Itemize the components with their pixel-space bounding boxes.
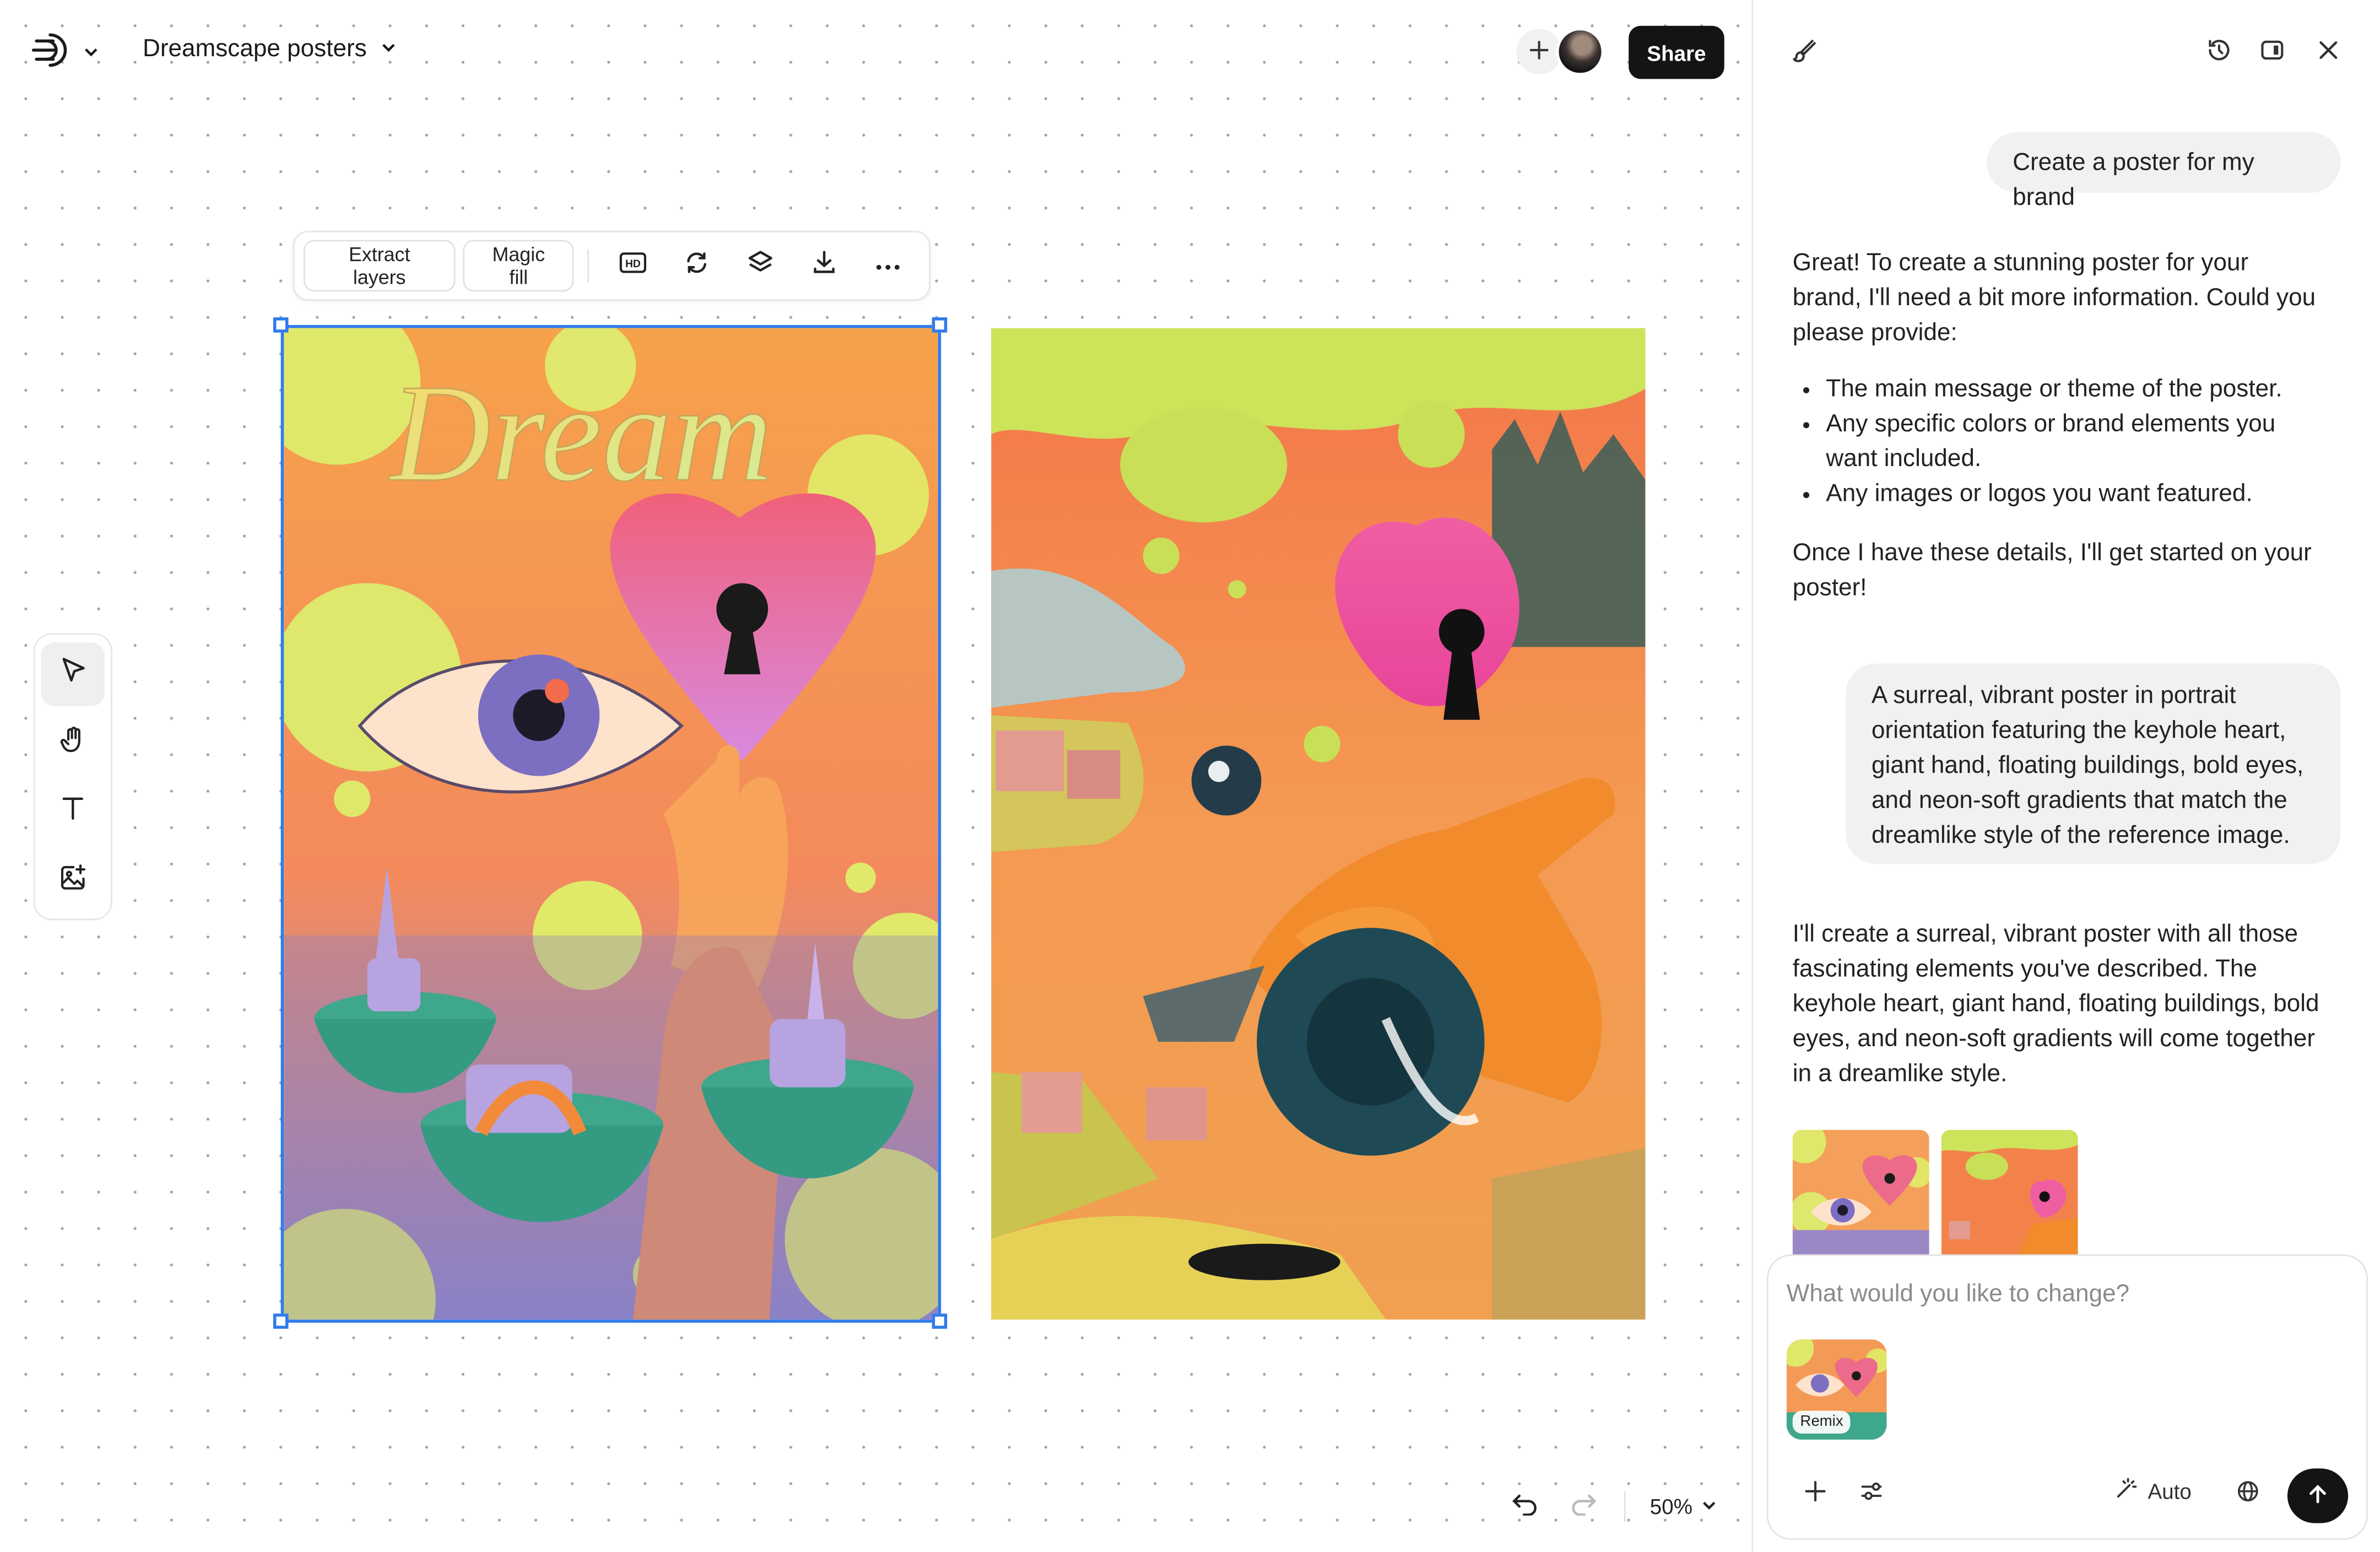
- user-message: A surreal, vibrant poster in portrait or…: [1846, 663, 2341, 864]
- sliders-icon: [1859, 1478, 1884, 1510]
- dream-title: Dream: [388, 355, 773, 510]
- hd-icon: HD: [620, 251, 647, 280]
- thumbnail-dream-poster[interactable]: [1792, 1129, 1929, 1258]
- layers-button[interactable]: [737, 240, 785, 292]
- chevron-down-icon: [379, 36, 397, 64]
- poster-image-keyhole-hand[interactable]: [991, 328, 1646, 1320]
- zoom-level: 50%: [1649, 1494, 1693, 1519]
- more-options-button[interactable]: [864, 240, 912, 292]
- panel-toggle-icon: [2259, 36, 2286, 71]
- chat-composer: What would you like to change? Remix Aut…: [1766, 1254, 2370, 1540]
- extract-layers-button[interactable]: Extract layers: [304, 240, 456, 292]
- canvas-bottom-controls: 50%: [1503, 1480, 1718, 1532]
- history-icon: [2205, 36, 2233, 71]
- close-icon: [2316, 37, 2340, 69]
- image-toolbar: Extract layers Magic fill HD: [293, 230, 931, 301]
- magic-fill-button[interactable]: Magic fill: [463, 240, 575, 292]
- arrow-up-icon: [2306, 1481, 2330, 1510]
- plus-icon: [1803, 1478, 1827, 1510]
- avatar[interactable]: [1555, 27, 1605, 76]
- list-item: The main message or theme of the poster.: [1826, 372, 2324, 407]
- history-button[interactable]: [2201, 35, 2237, 71]
- text-tool[interactable]: [41, 781, 105, 843]
- chat-panel: Create a poster for my brand Great! To c…: [1751, 0, 2380, 1552]
- redo-icon: [1570, 1490, 1597, 1522]
- globe-icon: [2236, 1478, 2260, 1510]
- resize-handle-br[interactable]: [932, 1313, 948, 1329]
- toolbar-divider: [588, 249, 589, 283]
- undo-button[interactable]: [1503, 1484, 1549, 1529]
- auto-mode-toggle[interactable]: Auto: [2114, 1476, 2192, 1505]
- share-button[interactable]: Share: [1629, 25, 1724, 79]
- app-menu[interactable]: [28, 28, 100, 80]
- left-tool-rail: [33, 633, 112, 921]
- auto-label: Auto: [2148, 1478, 2192, 1503]
- remix-attachment[interactable]: Remix: [1786, 1339, 1887, 1440]
- list-item: Any specific colors or brand elements yo…: [1826, 407, 2324, 477]
- scaled-layout: Dreamscape posters Share Extract layers …: [0, 0, 2380, 1552]
- add-image-icon: [58, 862, 88, 900]
- add-collaborator-button[interactable]: [1516, 29, 1562, 75]
- thumbnail-keyhole-poster[interactable]: [1941, 1129, 2078, 1258]
- language-button[interactable]: [2228, 1474, 2268, 1514]
- download-button[interactable]: [800, 240, 848, 292]
- user-message: Create a poster for my brand: [1987, 132, 2341, 211]
- generated-thumbnails: [1792, 1129, 2078, 1258]
- poster-image-dream[interactable]: Dream: [284, 328, 938, 1320]
- project-title-dropdown[interactable]: Dreamscape posters: [143, 36, 397, 64]
- chevron-down-icon: [1700, 1494, 1718, 1518]
- zoom-dropdown[interactable]: 50%: [1650, 1494, 1718, 1518]
- chevron-down-icon[interactable]: [82, 40, 100, 68]
- close-panel-button[interactable]: [2310, 35, 2346, 71]
- assistant-intro: Great! To create a stunning poster for y…: [1792, 250, 2316, 347]
- prompt-input[interactable]: What would you like to change?: [1787, 1281, 2129, 1309]
- composer-actions: Auto: [1768, 1468, 2370, 1523]
- project-title: Dreamscape posters: [142, 36, 367, 63]
- resize-handle-bl[interactable]: [273, 1313, 289, 1329]
- list-item: Any images or logos you want featured.: [1826, 477, 2324, 511]
- resize-handle-tr[interactable]: [932, 317, 948, 333]
- canvas-area[interactable]: Dreamscape posters Share Extract layers …: [0, 0, 1752, 1552]
- text-icon: [58, 793, 88, 831]
- hd-upscale-button[interactable]: HD: [609, 240, 658, 292]
- settings-button[interactable]: [1852, 1474, 1891, 1514]
- pointer-icon: [58, 655, 88, 693]
- assistant-message: Great! To create a stunning poster for y…: [1793, 246, 2324, 606]
- regenerate-button[interactable]: [673, 240, 721, 292]
- assistant-outro: Once I have these details, I'll get star…: [1792, 540, 2312, 602]
- layers-icon: [747, 248, 775, 283]
- hand-icon: [58, 724, 88, 762]
- redo-button[interactable]: [1560, 1484, 1606, 1529]
- more-icon: [874, 252, 902, 280]
- hand-tool[interactable]: [41, 711, 105, 774]
- panel-toggle-button[interactable]: [2254, 35, 2290, 71]
- app-root: Dreamscape posters Share Extract layers …: [0, 0, 2380, 1552]
- brush-button[interactable]: [1787, 35, 1823, 71]
- add-attachment-button[interactable]: [1795, 1474, 1835, 1514]
- download-icon: [810, 248, 838, 283]
- brand-logo-icon: [28, 28, 73, 80]
- select-tool[interactable]: [41, 642, 105, 706]
- assistant-bullet-list: The main message or theme of the poster.…: [1826, 372, 2324, 512]
- panel-header: [1753, 0, 2380, 106]
- plus-icon: [1527, 37, 1551, 66]
- remix-label: Remix: [1792, 1410, 1851, 1434]
- controls-divider: [1624, 1491, 1626, 1522]
- regenerate-icon: [683, 248, 711, 283]
- assistant-message: I'll create a surreal, vibrant poster wi…: [1792, 922, 2319, 1088]
- magic-wand-icon: [2114, 1476, 2139, 1505]
- send-button[interactable]: [2287, 1468, 2349, 1523]
- svg-text:HD: HD: [626, 258, 641, 269]
- add-image-tool[interactable]: [41, 850, 105, 912]
- resize-handle-tl[interactable]: [273, 317, 289, 333]
- brush-icon: [1791, 36, 1819, 71]
- undo-icon: [1512, 1490, 1539, 1522]
